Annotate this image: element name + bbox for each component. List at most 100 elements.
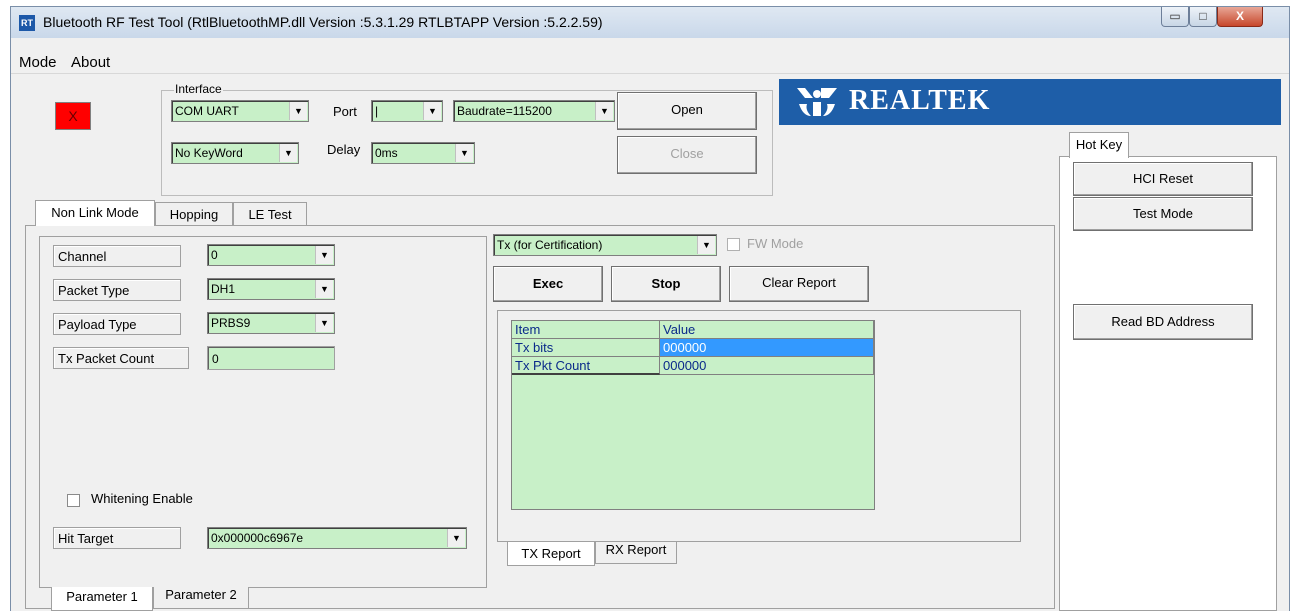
whitening-enable-label: Whitening Enable <box>91 491 193 506</box>
hit-target-combo[interactable]: 0x000000c6967e ▼ <box>207 527 467 549</box>
tab-non-link-mode-label: Non Link Mode <box>51 205 139 220</box>
fw-mode-checkbox[interactable] <box>727 238 740 251</box>
title-bar: RT Bluetooth RF Test Tool (RtlBluetoothM… <box>10 6 1290 38</box>
column-header-value-text: Value <box>663 322 696 337</box>
table-row-item[interactable]: Tx Pkt Count <box>512 357 660 375</box>
chevron-down-icon: ▼ <box>447 529 465 547</box>
chevron-down-icon: ▼ <box>289 102 307 120</box>
maximize-button[interactable]: □ <box>1189 7 1217 27</box>
delay-value: 0ms <box>375 146 398 160</box>
tab-rx-report-label: RX Report <box>605 542 667 557</box>
channel-combo[interactable]: 0 ▼ <box>207 244 335 266</box>
tab-hot-key-label: Hot Key <box>1075 137 1123 152</box>
tab-tx-report-label: TX Report <box>521 546 581 561</box>
hit-target-value: 0x000000c6967e <box>211 531 304 545</box>
close-button-label: Close <box>670 146 704 161</box>
table-row-value[interactable]: 000000 <box>660 357 874 375</box>
chevron-down-icon: ▼ <box>315 314 333 332</box>
row-value-text: 000000 <box>663 340 707 355</box>
hit-target-label-text: Hit Target <box>58 531 114 546</box>
menu-mode[interactable]: Mode <box>19 54 57 71</box>
packet-type-label-text: Packet Type <box>58 283 130 298</box>
tx-packet-count-label: Tx Packet Count <box>53 347 189 369</box>
payload-type-label: Payload Type <box>53 313 181 335</box>
port-label: Port <box>333 104 357 119</box>
tab-parameter-2-label: Parameter 2 <box>165 587 237 602</box>
connection-type-combo[interactable]: COM UART ▼ <box>171 100 309 122</box>
chevron-down-icon: ▼ <box>595 102 613 120</box>
channel-label-text: Channel <box>58 249 107 264</box>
realtek-logo-icon <box>797 88 837 116</box>
table-row-item[interactable]: Tx bits <box>512 339 660 357</box>
stop-button[interactable]: Stop <box>611 266 721 302</box>
tab-tx-report[interactable]: TX Report <box>507 542 595 566</box>
tx-packet-count-input[interactable]: 0 <box>207 346 335 370</box>
chevron-down-icon: ▼ <box>455 144 473 162</box>
chevron-down-icon: ▼ <box>423 102 441 120</box>
clear-report-label: Clear Report <box>762 275 836 290</box>
port-value: | <box>375 104 379 118</box>
baudrate-combo[interactable]: Baudrate=115200 ▼ <box>453 100 615 122</box>
tab-parameter-1-label: Parameter 1 <box>66 589 138 604</box>
open-button[interactable]: Open <box>617 92 757 130</box>
hci-reset-button[interactable]: HCI Reset <box>1073 162 1253 196</box>
keyword-value: No KeyWord <box>175 146 243 160</box>
column-header-value[interactable]: Value <box>660 321 874 339</box>
close-window-button[interactable]: X <box>1217 7 1263 27</box>
tx-packet-count-value: 0 <box>212 352 219 366</box>
app-icon: RT <box>19 15 35 31</box>
whitening-enable-checkbox[interactable] <box>67 494 80 507</box>
tab-hot-key[interactable]: Hot Key <box>1069 132 1129 158</box>
window-title: Bluetooth RF Test Tool (RtlBluetoothMP.d… <box>43 14 603 30</box>
tab-parameter-2[interactable]: Parameter 2 <box>153 587 249 609</box>
tab-le-test[interactable]: LE Test <box>233 202 307 226</box>
connection-type-value: COM UART <box>175 104 239 118</box>
exec-button-label: Exec <box>532 276 564 291</box>
exec-button[interactable]: Exec <box>493 266 603 302</box>
chevron-down-icon: ▼ <box>279 144 297 162</box>
channel-value: 0 <box>211 248 218 262</box>
payload-type-combo[interactable]: PRBS9 ▼ <box>207 312 335 334</box>
test-mode-button[interactable]: Test Mode <box>1073 197 1253 231</box>
tab-hopping-label: Hopping <box>169 207 219 222</box>
connection-status-indicator: X <box>55 102 91 130</box>
minimize-button[interactable]: ▭ <box>1161 7 1189 27</box>
row-item-text: Tx Pkt Count <box>515 358 591 373</box>
clear-report-button[interactable]: Clear Report <box>729 266 869 302</box>
column-header-item[interactable]: Item <box>512 321 660 339</box>
hci-reset-label: HCI Reset <box>1133 171 1193 186</box>
realtek-banner: REALTEK <box>779 79 1281 125</box>
interface-legend: Interface <box>174 82 223 96</box>
tab-le-test-label: LE Test <box>248 207 292 222</box>
table-row-value[interactable]: 000000 <box>660 339 874 357</box>
tab-parameter-1[interactable]: Parameter 1 <box>51 587 153 611</box>
fw-mode-label: FW Mode <box>747 236 804 251</box>
read-bd-address-button[interactable]: Read BD Address <box>1073 304 1253 340</box>
payload-type-value: PRBS9 <box>211 316 251 330</box>
menu-about[interactable]: About <box>71 54 110 71</box>
read-bd-address-label: Read BD Address <box>1111 314 1215 329</box>
close-button[interactable]: Close <box>617 136 757 174</box>
packet-type-combo[interactable]: DH1 ▼ <box>207 278 335 300</box>
chevron-down-icon: ▼ <box>315 280 333 298</box>
packet-type-value: DH1 <box>211 282 236 296</box>
chevron-down-icon: ▼ <box>315 246 333 264</box>
stop-button-label: Stop <box>651 276 681 291</box>
tab-non-link-mode[interactable]: Non Link Mode <box>35 200 155 226</box>
tab-hopping[interactable]: Hopping <box>155 202 233 226</box>
report-list[interactable]: Item Value Tx bits 000000 Tx Pkt Count 0… <box>511 320 875 510</box>
packet-type-label: Packet Type <box>53 279 181 301</box>
payload-type-label-text: Payload Type <box>58 317 137 332</box>
realtek-brand-text: REALTEK <box>849 85 991 116</box>
baudrate-value: Baudrate=115200 <box>457 104 552 118</box>
tx-packet-count-label-text: Tx Packet Count <box>58 351 155 366</box>
delay-label: Delay <box>327 142 361 157</box>
port-combo[interactable]: | ▼ <box>371 100 443 122</box>
delay-combo[interactable]: 0ms ▼ <box>371 142 475 164</box>
tab-rx-report[interactable]: RX Report <box>595 542 677 564</box>
column-header-item-text: Item <box>515 322 541 337</box>
test-mode-label: Test Mode <box>1133 206 1193 221</box>
channel-label: Channel <box>53 245 181 267</box>
test-mode-combo[interactable]: Tx (for Certification) ▼ <box>493 234 717 256</box>
keyword-combo[interactable]: No KeyWord ▼ <box>171 142 299 164</box>
